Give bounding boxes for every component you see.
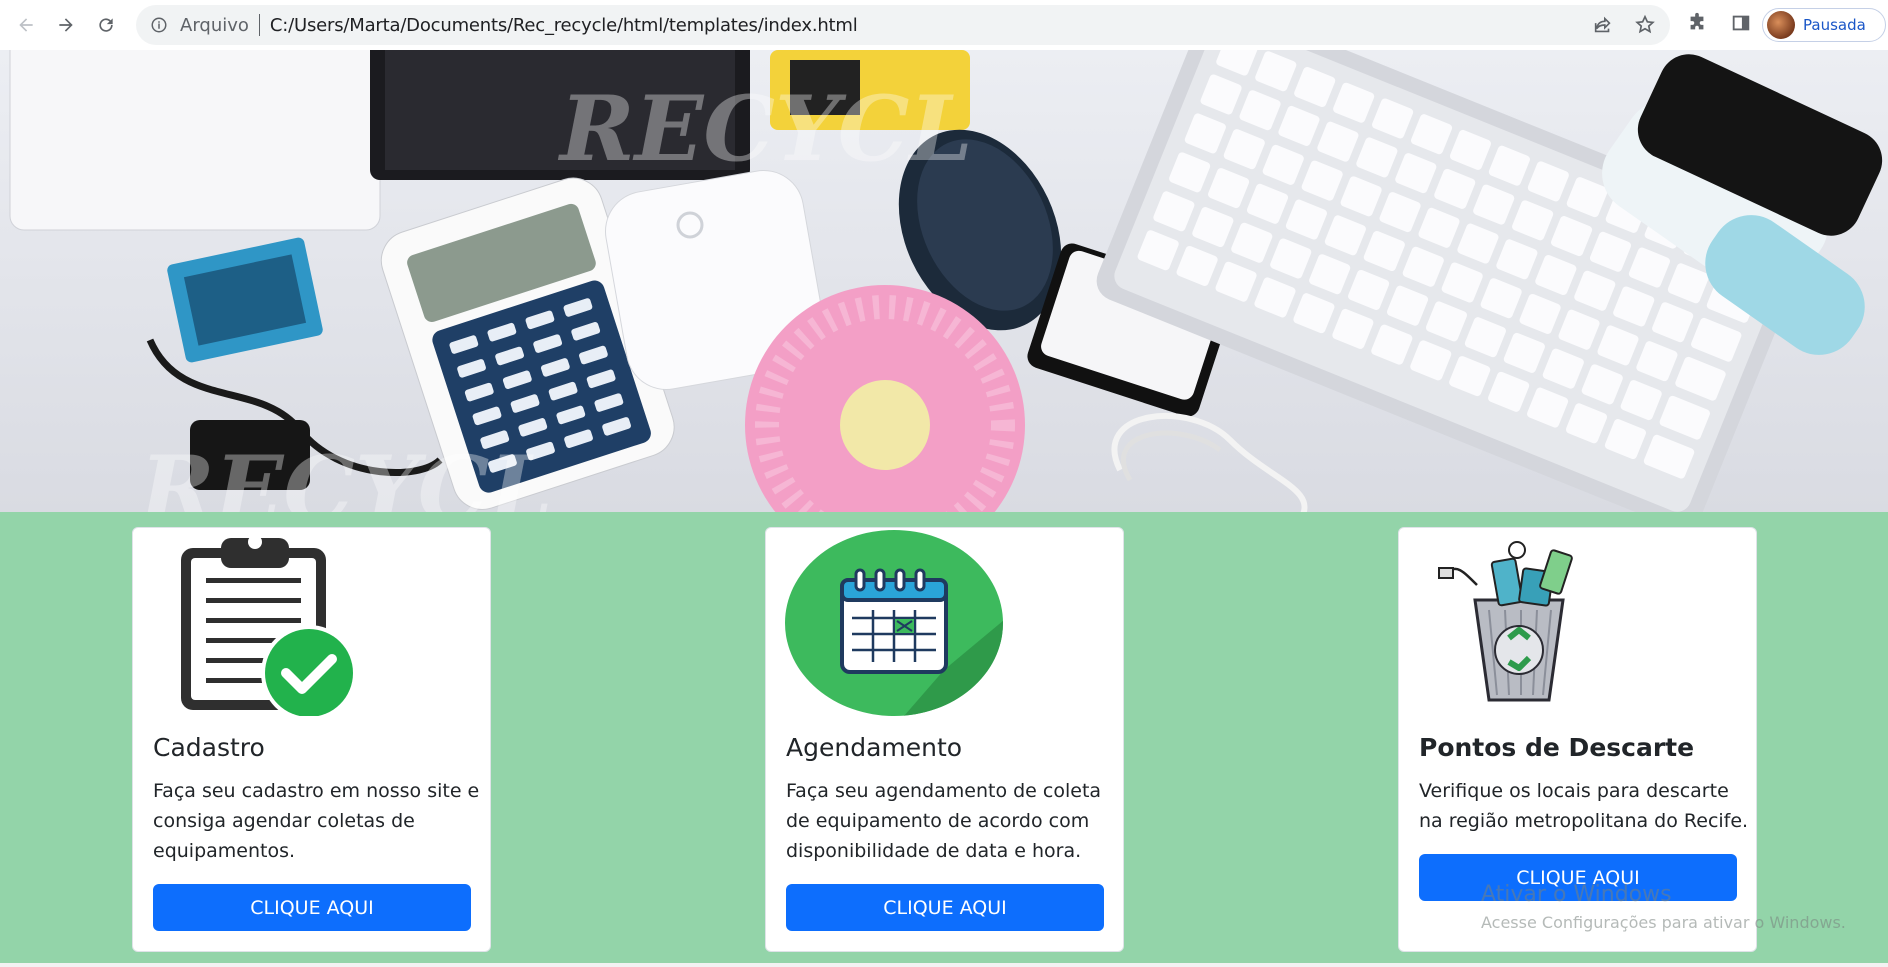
- recycle-bin-icon: [1438, 541, 1573, 702]
- card-title: Agendamento: [786, 733, 963, 762]
- address-bar[interactable]: Arquivo C:/Users/Marta/Documents/Rec_rec…: [136, 5, 1670, 45]
- windows-activation-watermark: Ativar o Windows Acesse Configurações pa…: [1481, 882, 1846, 932]
- arrow-right-icon: [59, 18, 73, 32]
- arrow-left-icon: [19, 18, 33, 32]
- browser-toolbar: Arquivo C:/Users/Marta/Documents/Rec_rec…: [0, 0, 1888, 50]
- reload-icon: [99, 18, 113, 32]
- electronics-photo-icon: RECYCL RECYCL: [0, 50, 1888, 512]
- page-bottom-strip: [0, 963, 1888, 967]
- side-panel-icon[interactable]: [1730, 12, 1752, 34]
- card-text: Verifique os locais para descarte na reg…: [1419, 780, 1749, 832]
- avatar: [1767, 11, 1795, 39]
- card-cadastro: Cadastro Faça seu cadastro em nosso site…: [132, 527, 491, 952]
- profile-label: Pausada: [1803, 16, 1866, 34]
- share-icon[interactable]: [1592, 14, 1614, 36]
- hero-banner: RECYCL RECYCL: [0, 50, 1888, 512]
- divider: [258, 14, 260, 36]
- card-text: Faça seu cadastro em nosso site e consig…: [153, 780, 480, 862]
- star-icon[interactable]: [1634, 14, 1656, 36]
- scheme-label: Arquivo: [180, 14, 249, 36]
- clipboard-check-icon: [181, 535, 357, 716]
- card-title: Cadastro: [153, 733, 265, 762]
- back-button[interactable]: [6, 5, 46, 45]
- url-text[interactable]: C:/Users/Marta/Documents/Rec_recycle/htm…: [270, 15, 858, 36]
- watermark-title: Ativar o Windows: [1481, 882, 1672, 907]
- forward-button[interactable]: [46, 5, 86, 45]
- profile-button[interactable]: Pausada: [1762, 8, 1886, 42]
- info-icon[interactable]: [150, 16, 168, 34]
- card-agendamento: Agendamento Faça seu agendamento de cole…: [765, 527, 1124, 952]
- card-text: Faça seu agendamento de coleta de equipa…: [786, 780, 1102, 862]
- calendar-icon: [785, 530, 1003, 716]
- agendamento-button[interactable]: CLIQUE AQUI: [786, 884, 1104, 931]
- reload-button[interactable]: [86, 5, 126, 45]
- watermark-subtitle: Acesse Configurações para ativar o Windo…: [1481, 913, 1846, 932]
- card-title: Pontos de Descarte: [1419, 733, 1695, 762]
- extensions-icon[interactable]: [1686, 12, 1708, 34]
- svg-text:RECYCL: RECYCL: [137, 436, 553, 512]
- svg-text:RECYCL: RECYCL: [557, 76, 973, 182]
- cadastro-button[interactable]: CLIQUE AQUI: [153, 884, 471, 931]
